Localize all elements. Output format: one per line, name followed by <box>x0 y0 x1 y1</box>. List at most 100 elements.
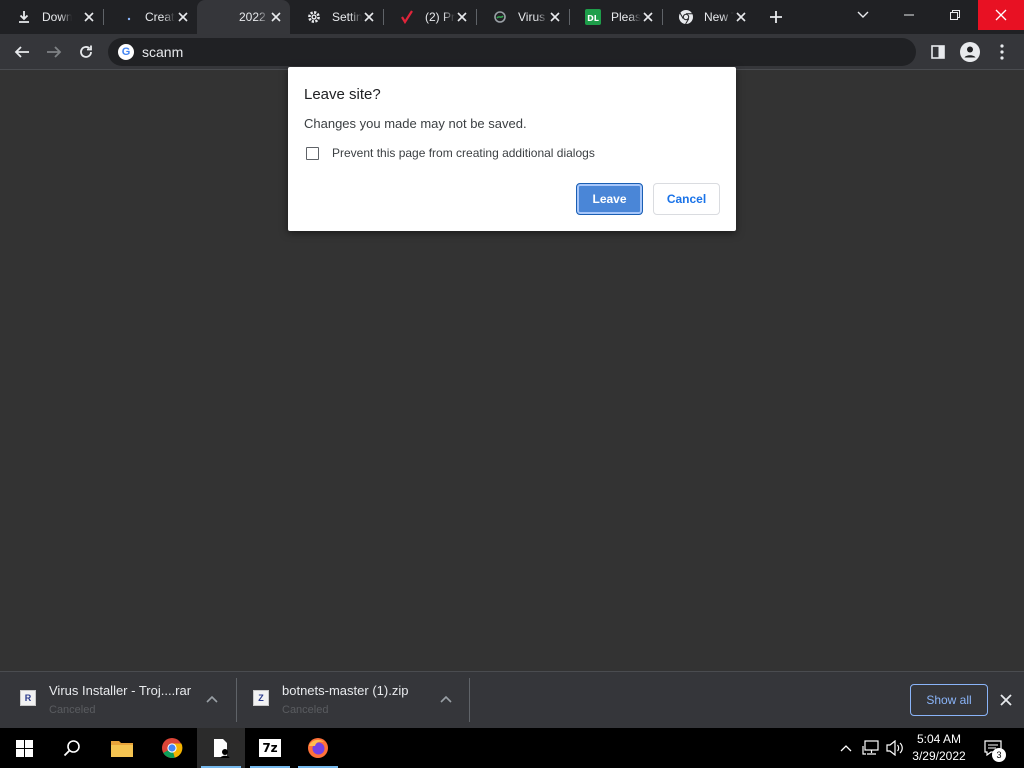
prevent-dialogs-checkbox[interactable] <box>306 147 319 160</box>
menu-button[interactable] <box>988 38 1016 66</box>
close-icon[interactable] <box>268 9 284 25</box>
tab-title: (2) Pr <box>425 10 455 24</box>
close-icon[interactable] <box>361 9 377 25</box>
chrome-icon <box>162 738 183 759</box>
reload-icon <box>80 45 92 58</box>
close-icon[interactable] <box>81 9 97 25</box>
volume-button[interactable] <box>884 728 906 768</box>
tab-downloads[interactable]: Downloads <box>0 0 104 34</box>
tab-pr[interactable]: (2) Pr <box>383 0 477 34</box>
tab-title: Create <box>145 10 175 24</box>
firefox-icon <box>308 738 328 758</box>
download-filename: botnets-master (1).zip <box>282 683 409 698</box>
tab-create[interactable]: Create <box>103 0 197 34</box>
tab-virus[interactable]: Virus <box>476 0 570 34</box>
folder-icon <box>111 741 133 757</box>
page-icon <box>119 9 135 25</box>
sevenzip-button[interactable]: 7z <box>246 728 294 768</box>
download-item[interactable]: Z botnets-master (1).zip Canceled <box>233 672 470 728</box>
tab-please[interactable]: DL Please <box>569 0 663 34</box>
download-filename: Virus Installer - Troj....rar <box>49 683 192 698</box>
check-logo-icon <box>399 9 415 25</box>
user-app-button[interactable] <box>197 728 245 768</box>
address-text: scanm <box>142 44 184 60</box>
network-button[interactable] <box>860 728 882 768</box>
restore-button[interactable] <box>932 0 978 30</box>
start-button[interactable] <box>0 728 48 768</box>
tab-settings[interactable]: Settings <box>290 0 384 34</box>
virus-site-icon <box>492 9 508 25</box>
close-window-button[interactable] <box>978 0 1024 30</box>
download-status: Canceled <box>49 704 96 716</box>
dl-logo-icon: DL <box>585 9 601 25</box>
windows-taskbar: 7z 5:04 AM 3/29/2022 3 <box>0 728 1024 768</box>
avatar-icon <box>960 42 980 62</box>
document-user-icon <box>214 739 230 758</box>
close-icon[interactable] <box>454 9 470 25</box>
close-icon <box>995 9 1007 21</box>
close-icon[interactable] <box>733 9 749 25</box>
clock-time: 5:04 AM <box>916 732 962 746</box>
side-panel-button[interactable] <box>924 38 952 66</box>
close-icon[interactable] <box>547 9 563 25</box>
tab-2022[interactable]: 2022 <box>197 0 290 34</box>
address-bar[interactable]: G scanm <box>108 38 916 66</box>
speaker-icon <box>886 740 903 756</box>
download-icon <box>16 9 32 25</box>
blank-favicon-icon <box>213 9 229 25</box>
reload-button[interactable] <box>72 38 100 66</box>
chevron-up-icon[interactable] <box>439 692 453 706</box>
svg-text:DL: DL <box>587 14 599 23</box>
browser-toolbar: G scanm <box>0 34 1024 70</box>
dialog-message: Changes you made may not be saved. <box>304 116 527 131</box>
chevron-down-icon <box>857 11 869 18</box>
rar-file-icon: R <box>20 690 36 706</box>
tab-search-button[interactable] <box>840 0 886 30</box>
network-icon <box>862 740 879 755</box>
system-clock[interactable]: 5:04 AM 3/29/2022 <box>904 731 974 765</box>
file-explorer-button[interactable] <box>98 728 146 768</box>
minimize-button[interactable] <box>886 0 932 30</box>
tab-new-tab[interactable]: New Tab <box>662 0 755 34</box>
leave-site-dialog: Leave site? Changes you made may not be … <box>288 67 736 231</box>
search-button[interactable] <box>48 728 96 768</box>
zip-file-icon: Z <box>253 690 269 706</box>
chrome-taskbar-button[interactable] <box>148 728 196 768</box>
action-center-button[interactable]: 3 <box>978 728 1008 768</box>
leave-button[interactable]: Leave <box>576 183 643 215</box>
tab-title: Virus <box>518 10 546 24</box>
prevent-dialogs-label[interactable]: Prevent this page from creating addition… <box>332 146 595 160</box>
download-item[interactable]: R Virus Installer - Troj....rar Canceled <box>0 672 237 728</box>
windows-logo-icon <box>15 739 33 757</box>
cancel-button[interactable]: Cancel <box>653 183 720 215</box>
clock-date: 3/29/2022 <box>912 749 966 763</box>
close-icon[interactable] <box>175 9 191 25</box>
new-tab-button[interactable] <box>764 5 788 29</box>
chevron-up-icon[interactable] <box>205 692 219 706</box>
close-icon <box>1000 694 1012 706</box>
side-panel-icon <box>931 45 945 59</box>
tab-title: Settings <box>332 10 362 24</box>
arrow-left-icon <box>14 46 29 58</box>
download-status: Canceled <box>282 704 329 716</box>
show-all-button[interactable]: Show all <box>910 684 988 716</box>
close-icon[interactable] <box>640 9 656 25</box>
tab-strip: Downloads Create 2022 Settings (2) Pr <box>0 0 1024 34</box>
restore-icon <box>950 10 960 20</box>
show-hidden-icons-button[interactable] <box>836 728 856 768</box>
tab-title: 2022 <box>239 10 266 24</box>
download-divider <box>469 678 470 722</box>
plus-icon <box>770 11 782 23</box>
close-shelf-button[interactable] <box>998 692 1014 708</box>
firefox-button[interactable] <box>294 728 342 768</box>
download-shelf: R Virus Installer - Troj....rar Canceled… <box>0 671 1024 728</box>
forward-button[interactable] <box>40 38 68 66</box>
arrow-right-icon <box>47 46 62 58</box>
minimize-icon <box>904 14 914 16</box>
google-icon: G <box>118 44 134 60</box>
gear-icon <box>306 9 322 25</box>
dialog-title: Leave site? <box>304 86 381 103</box>
tab-title: New Tab <box>704 10 734 24</box>
profile-button[interactable] <box>956 38 984 66</box>
back-button[interactable] <box>8 38 36 66</box>
